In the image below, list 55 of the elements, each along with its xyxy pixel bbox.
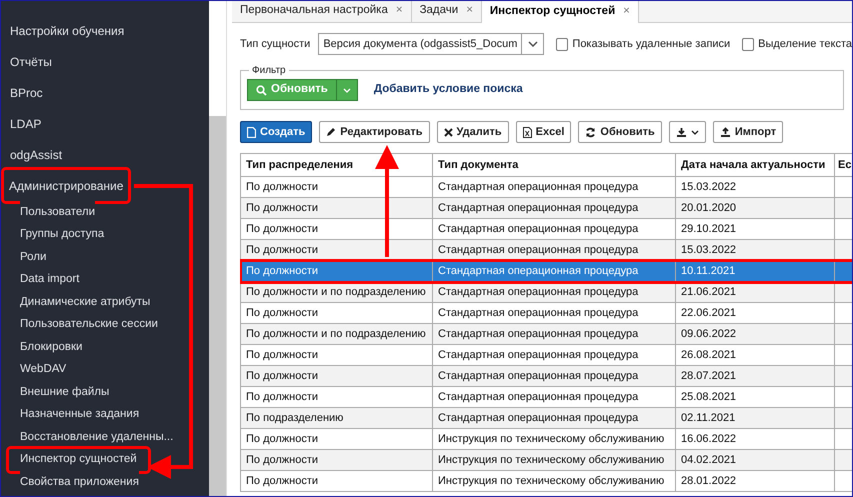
table-row[interactable]: По подразделению Стандартная операционная процедура 02.11.2021 — [240, 408, 852, 428]
checkbox[interactable] — [742, 38, 754, 50]
table-cell: Инструкция по техническому обслуживанию — [432, 470, 676, 492]
table-row[interactable]: По должности Стандартная операционная процедура 29.10.2021 — [240, 218, 852, 240]
table-row[interactable]: По должности Стандартная операционная процедура 15.03.2022 — [240, 240, 852, 260]
checkbox-label: Показывать удаленные записи — [572, 36, 730, 52]
field-label: Тип сущности — [240, 36, 310, 52]
upload-icon — [720, 126, 731, 138]
delete-button[interactable]: Удалить — [436, 121, 509, 143]
column-header[interactable]: Тип документа — [432, 154, 676, 176]
column-header[interactable]: Ес — [834, 154, 852, 176]
table-row[interactable]: По должности Стандартная операционная процедура 15.03.2022 — [240, 176, 852, 198]
document-icon — [247, 126, 256, 138]
table-row[interactable]: По должности Инструкция по техническому обслуживанию 16.06.2022 — [240, 428, 852, 450]
import-button[interactable]: Импорт — [712, 121, 784, 143]
tab-close-button[interactable]: × — [623, 3, 630, 21]
checkbox[interactable] — [556, 38, 568, 50]
tab-close-button[interactable]: × — [466, 2, 473, 20]
pencil-icon — [326, 127, 336, 137]
download-icon — [676, 126, 687, 138]
table-cell: 28.01.2022 — [676, 470, 834, 492]
entity-type-select[interactable]: Версия документа (odgassist5_Docum — [318, 33, 544, 55]
refresh-button[interactable]: Обновить — [578, 121, 662, 143]
table-row[interactable]: По должности Стандартная операционная процедура 22.06.2021 — [240, 302, 852, 324]
table-row[interactable]: По должности Стандартная операционная процедура 20.01.2020 — [240, 198, 852, 218]
filter-legend: Фильтр — [249, 63, 289, 78]
tab[interactable]: Инспектор сущностей × — [482, 1, 639, 23]
table-row[interactable]: По должности Стандартная операционная процедура 25.08.2021 — [240, 386, 852, 408]
chevron-down-icon — [342, 88, 351, 92]
table-row[interactable]: По должности и по подразделению Стандартная операционная процедура 09.06.2022 — [240, 324, 852, 344]
column-header[interactable]: Дата начала актуальности — [676, 154, 834, 176]
column-header[interactable]: Тип распределения — [240, 154, 432, 176]
edit-button[interactable]: Редактировать — [319, 121, 430, 143]
excel-button[interactable]: Excel — [516, 121, 572, 143]
tab-close-button[interactable]: × — [396, 2, 403, 20]
table-row[interactable]: По должности Инструкция по техническому обслуживанию 28.01.2022 — [240, 470, 852, 492]
tab[interactable]: Задачи × — [412, 1, 482, 22]
create-button[interactable]: Создать — [240, 121, 312, 143]
close-icon — [444, 128, 453, 136]
sidebar-subitem[interactable]: Инспектор сущностей — [9, 448, 148, 471]
refresh-icon — [585, 126, 596, 138]
table-row[interactable]: По должности Стандартная операционная процедура 10.11.2021 — [240, 260, 852, 282]
checkbox-label: Выделение текста — [758, 36, 852, 52]
add-condition-link[interactable]: Добавить условие поиска — [374, 81, 523, 99]
table-row[interactable]: По должности Стандартная операционная процедура 26.08.2021 — [240, 344, 852, 366]
spreadsheet-file-icon — [522, 126, 532, 138]
chevron-down-icon — [528, 41, 538, 47]
search-icon — [256, 84, 267, 96]
sidebar-scrollbar[interactable] — [209, 1, 226, 496]
table-row[interactable]: По должности Стандартная операционная процедура 28.07.2021 — [240, 366, 852, 386]
download-button[interactable] — [668, 121, 706, 143]
table-row[interactable]: По должности Инструкция по техническому обслуживанию 04.02.2021 — [240, 450, 852, 470]
table-cell: По должности — [240, 470, 432, 492]
chevron-down-icon — [690, 130, 699, 134]
sidebar-item[interactable]: Администрирование — [4, 170, 128, 201]
